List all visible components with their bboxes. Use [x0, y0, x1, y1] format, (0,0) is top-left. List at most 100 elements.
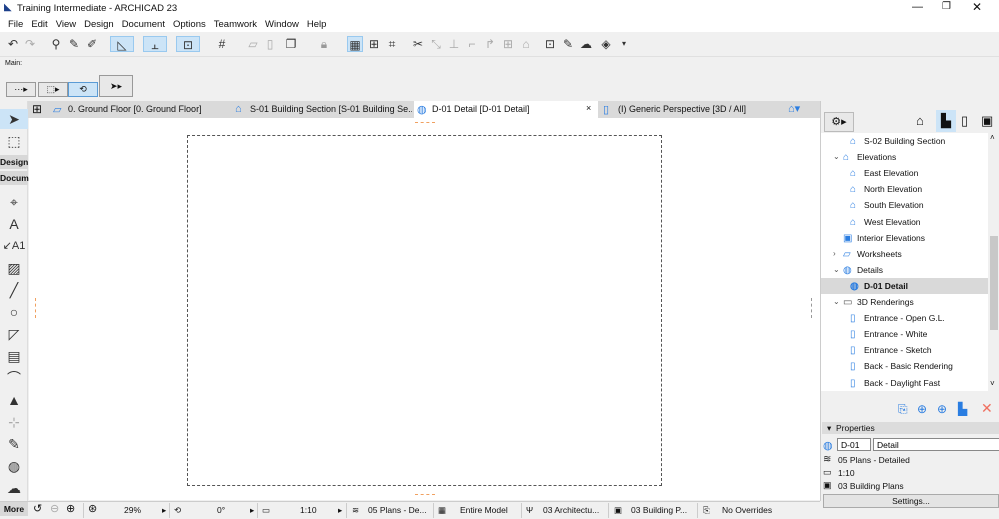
save-view-icon[interactable]: ⊕ — [917, 402, 927, 416]
menu-document[interactable]: Document — [119, 16, 170, 32]
menu-help[interactable]: Help — [304, 16, 332, 32]
fillet-icon[interactable]: ↱ — [482, 36, 498, 52]
tab-detail[interactable]: ◍ D-01 Detail [D-01 Detail] × — [414, 101, 598, 118]
menu-window[interactable]: Window — [262, 16, 304, 32]
zoom-in-icon[interactable]: ⊕ — [66, 502, 75, 515]
document-group-button[interactable]: Docum — [0, 171, 29, 185]
model-view-value[interactable]: Entire Model — [460, 505, 508, 515]
tab-ground-floor[interactable]: ▱ 0. Ground Floor [0. Ground Floor] — [50, 101, 230, 118]
split-icon[interactable]: ✂ — [410, 36, 426, 52]
detail-tool-icon[interactable]: ◍ — [0, 456, 28, 476]
tab-overview-icon[interactable]: ⊞ — [32, 102, 42, 116]
tree-item[interactable]: ⌄ ◍ Details — [821, 262, 988, 278]
view-settings-icon[interactable]: ▙ — [958, 402, 967, 416]
more-button[interactable]: More — [0, 502, 28, 516]
zoom-next-icon[interactable]: ⊖ — [50, 502, 59, 515]
polyline-tool-icon[interactable]: ◸ — [0, 324, 28, 344]
find-select-icon[interactable]: ⚲ — [48, 36, 64, 52]
grid-icon[interactable]: # — [214, 36, 230, 52]
left-resize-handle[interactable] — [35, 298, 36, 318]
measure-icon[interactable]: ⊞ — [366, 36, 382, 52]
fit-window-icon[interactable]: ⊛ — [88, 502, 97, 515]
minimize-button[interactable]: — — [912, 1, 923, 13]
menu-view[interactable]: View — [53, 16, 81, 32]
angle-value[interactable]: 0° — [217, 505, 225, 515]
chevron-down-icon[interactable]: ⌄ — [833, 262, 840, 278]
chevron-down-icon[interactable]: ⌄ — [833, 149, 840, 165]
pick-up-icon[interactable]: ✎ — [66, 36, 82, 52]
inject-icon[interactable]: ✐ — [84, 36, 100, 52]
view-map-icon[interactable]: ▙ — [936, 110, 956, 132]
trace-icon[interactable]: ▦ — [347, 36, 363, 52]
close-tab-icon[interactable]: × — [586, 103, 591, 113]
scale-value[interactable]: 1:10 — [838, 468, 855, 478]
rotate-view-button[interactable]: ⟲ — [68, 82, 98, 97]
rectangle-select-button[interactable]: ⬚▸ — [38, 82, 68, 97]
marquee-tool-icon[interactable]: ⬚ — [0, 131, 28, 151]
properties-header[interactable]: ▾ Properties — [822, 422, 999, 434]
elevation-tool-icon[interactable]: ▲ — [0, 390, 28, 410]
delete-icon[interactable]: ✕ — [981, 400, 993, 417]
tree-item[interactable]: ▯ Back - Daylight Fast — [821, 375, 988, 391]
new-view-icon[interactable]: ⊕ — [937, 402, 947, 416]
circle-tool-icon[interactable]: ○ — [0, 302, 28, 322]
tree-item[interactable]: ▯ Entrance - Open G.L. — [821, 310, 988, 326]
tree-item[interactable]: ⌄ ⌂ Elevations — [821, 149, 988, 165]
publish-icon[interactable]: ☁ — [578, 36, 594, 52]
menu-options[interactable]: Options — [170, 16, 211, 32]
edit-icon[interactable]: ✎ — [560, 36, 576, 52]
close-window-button[interactable]: ✕ — [972, 0, 982, 14]
chevron-down-icon[interactable]: ▾ — [616, 36, 632, 52]
marquee-select-button[interactable]: ⋯▸ — [6, 82, 36, 97]
redo-icon[interactable]: ↷ — [22, 36, 38, 52]
chevron-down-icon[interactable]: ⌄ — [833, 294, 840, 310]
scroll-up-icon[interactable]: ˄ — [990, 133, 995, 142]
tree-item[interactable]: ▯ Back - Basic Rendering — [821, 358, 988, 374]
scroll-down-icon[interactable]: ˅ — [990, 379, 995, 388]
fit-icon[interactable]: ⌗ — [384, 36, 400, 52]
undo-icon[interactable]: ↶ — [5, 36, 21, 52]
tree-item[interactable]: ▯ Entrance - White — [821, 326, 988, 342]
tree-item[interactable]: › ▱ Worksheets — [821, 246, 988, 262]
project-map-icon[interactable]: ⌂ — [916, 113, 924, 128]
guide-line-icon[interactable]: ◺ — [110, 36, 134, 52]
view-icon[interactable]: ❐ — [283, 36, 299, 52]
arrow-tool-button[interactable]: ➤▸ — [99, 75, 133, 97]
change-tool-icon[interactable]: ☁ — [0, 478, 28, 498]
tree-item[interactable]: ⌂ South Elevation — [821, 197, 988, 213]
3d-view-icon[interactable]: ◈ — [598, 36, 614, 52]
zoom-value[interactable]: 29% — [124, 505, 141, 515]
menu-file[interactable]: File — [5, 16, 28, 32]
menu-edit[interactable]: Edit — [28, 16, 52, 32]
menu-design[interactable]: Design — [81, 16, 119, 32]
dimension-value[interactable]: 03 Building P... — [631, 505, 687, 515]
settings-button[interactable]: Settings... — [823, 494, 999, 508]
tree-item[interactable]: ⌂ S-02 Building Section — [821, 133, 988, 149]
line-tool-icon[interactable]: ╱ — [0, 280, 28, 300]
offset-icon[interactable]: ⊥ — [446, 36, 462, 52]
scale-value[interactable]: 1:10 — [300, 505, 317, 515]
worksheet-tool-icon[interactable]: ✎ — [0, 434, 28, 454]
label-tool-icon[interactable]: ↙A1 — [0, 236, 28, 256]
tree-item[interactable]: ⌂ West Elevation — [821, 214, 988, 230]
publisher-sets-icon[interactable]: ▣ — [981, 113, 993, 129]
grid-snap-icon[interactable]: ⊡ — [176, 36, 200, 52]
tree-item[interactable]: ▣ Interior Elevations — [821, 230, 988, 246]
menu-teamwork[interactable]: Teamwork — [211, 16, 262, 32]
tab-generic-perspective[interactable]: ▯ (I) Generic Perspective [3D / All] — [600, 101, 780, 118]
plane-icon[interactable]: ▯ — [262, 36, 278, 52]
tree-item[interactable]: ▯ Entrance - Sketch — [821, 342, 988, 358]
dimension-tool-icon[interactable]: ⌖ — [0, 192, 28, 212]
lock-icon[interactable]: 🔒︎ — [316, 36, 332, 52]
layer-icon[interactable]: ▱ — [245, 36, 261, 52]
pen-set-value[interactable]: 03 Building Plans — [838, 481, 904, 491]
elements-icon[interactable]: ⊡ — [542, 36, 558, 52]
pen-set-value[interactable]: 03 Architectu... — [543, 505, 599, 515]
name-field[interactable] — [873, 438, 999, 451]
bottom-resize-handle[interactable] — [415, 494, 435, 495]
hotspot-tool-icon[interactable]: ⊹ — [0, 412, 28, 432]
intersect-icon[interactable]: ⌐ — [464, 36, 480, 52]
tree-item[interactable]: ◍ D-01 Detail — [821, 277, 988, 294]
chevron-right-icon[interactable]: › — [833, 246, 836, 262]
tab-building-section[interactable]: ⌂ S-01 Building Section [S-01 Building Se… — [232, 101, 412, 118]
